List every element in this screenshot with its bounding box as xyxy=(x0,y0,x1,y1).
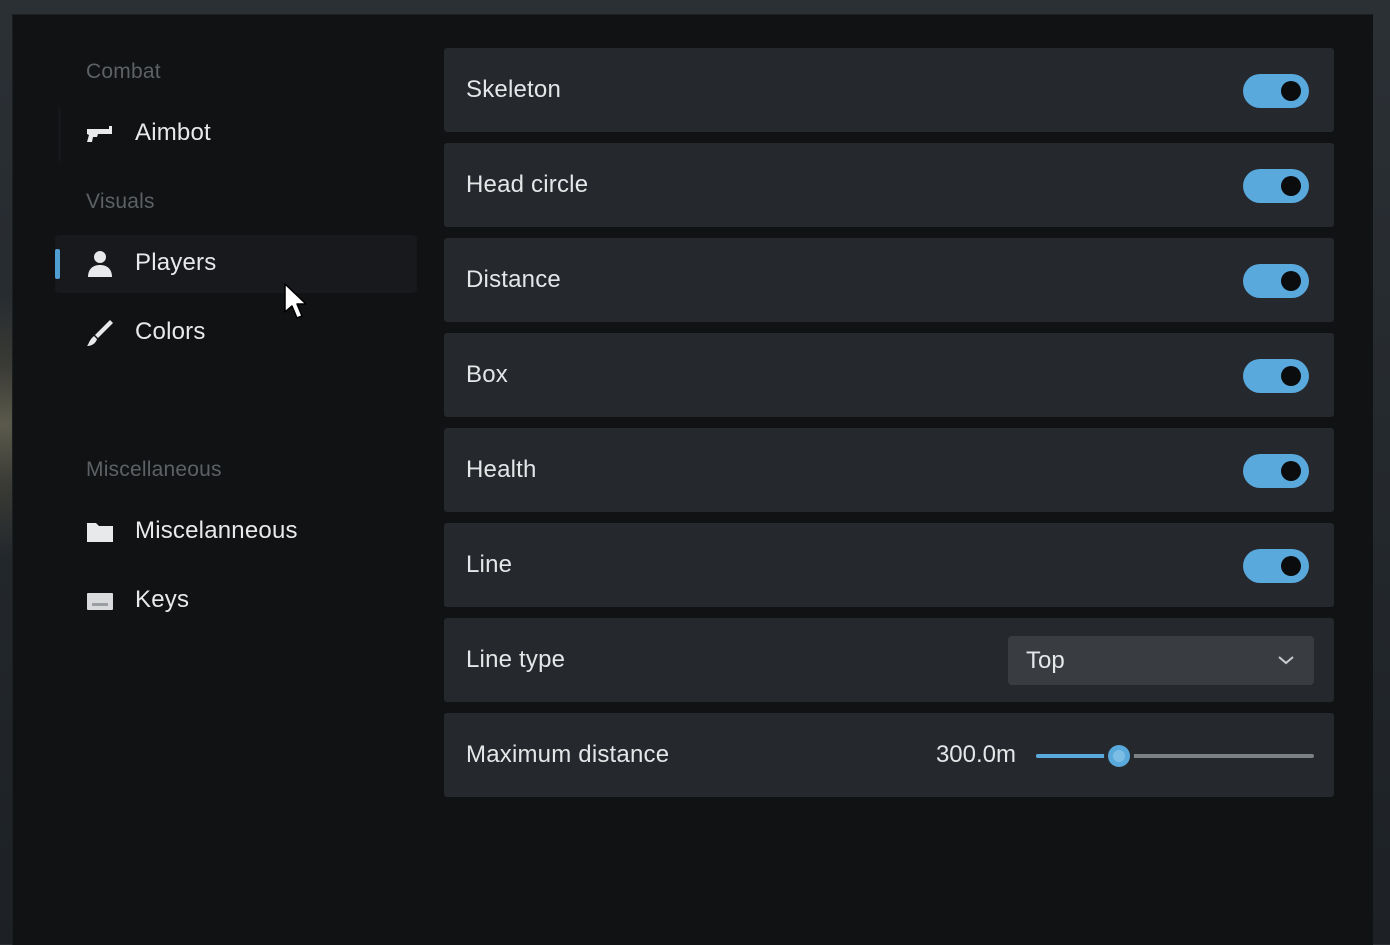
nav-marker xyxy=(58,107,61,161)
setting-label: Distance xyxy=(466,266,561,293)
setting-label: Skeleton xyxy=(466,76,561,103)
brush-icon xyxy=(87,320,113,346)
slider-value: 300.0m xyxy=(935,741,1016,768)
sidebar-item-miscelanneous[interactable]: Miscelanneous xyxy=(55,503,417,561)
gun-icon xyxy=(87,126,112,142)
setting-row-head-circle: Head circle xyxy=(444,143,1334,227)
sidebar-item-aimbot[interactable]: Aimbot xyxy=(55,105,417,163)
health-toggle[interactable] xyxy=(1243,454,1309,488)
sidebar-item-players[interactable]: Players xyxy=(55,235,417,293)
sidebar-item-label: Miscelanneous xyxy=(135,517,298,544)
user-icon xyxy=(88,251,112,277)
active-marker xyxy=(55,249,60,279)
setting-row-line: Line xyxy=(444,523,1334,607)
box-toggle[interactable] xyxy=(1243,359,1309,393)
sidebar-item-keys[interactable]: Keys xyxy=(55,572,417,630)
setting-row-skeleton: Skeleton xyxy=(444,48,1334,132)
setting-label: Box xyxy=(466,361,508,388)
toggle-knob xyxy=(1281,271,1301,291)
line-type-dropdown[interactable]: Top xyxy=(1008,636,1314,685)
distance-toggle[interactable] xyxy=(1243,264,1309,298)
sidebar-item-colors[interactable]: Colors xyxy=(55,304,417,362)
dropdown-value: Top xyxy=(1026,647,1065,674)
setting-label: Head circle xyxy=(466,171,589,198)
slider-thumb[interactable] xyxy=(1108,745,1130,767)
setting-row-health: Health xyxy=(444,428,1334,512)
folder-icon xyxy=(87,523,113,542)
setting-row-box: Box xyxy=(444,333,1334,417)
sidebar-item-label: Keys xyxy=(135,586,190,613)
toggle-knob xyxy=(1281,366,1301,386)
chevron-down-icon xyxy=(1278,656,1294,665)
slider-fill xyxy=(1036,754,1119,758)
sidebar-item-label: Players xyxy=(135,249,217,276)
section-title-combat: Combat xyxy=(86,60,161,83)
setting-label: Line xyxy=(466,551,513,578)
toggle-knob xyxy=(1281,556,1301,576)
keyboard-icon xyxy=(87,593,113,610)
max-distance-slider[interactable] xyxy=(1036,743,1314,769)
sidebar: Combat Aimbot Visuals Players Colors Mis… xyxy=(55,15,417,915)
setting-row-distance: Distance xyxy=(444,238,1334,322)
setting-label: Health xyxy=(466,456,537,483)
head-circle-toggle[interactable] xyxy=(1243,169,1309,203)
menu-window: Combat Aimbot Visuals Players Colors Mis… xyxy=(12,14,1373,945)
toggle-knob xyxy=(1281,176,1301,196)
setting-label: Maximum distance xyxy=(466,741,670,768)
skeleton-toggle[interactable] xyxy=(1243,74,1309,108)
toggle-knob xyxy=(1281,461,1301,481)
setting-row-maximum-distance: Maximum distance 300.0m xyxy=(444,713,1334,797)
line-toggle[interactable] xyxy=(1243,549,1309,583)
setting-row-line-type: Line type Top xyxy=(444,618,1334,702)
toggle-knob xyxy=(1281,81,1301,101)
sidebar-item-label: Colors xyxy=(135,318,206,345)
section-title-visuals: Visuals xyxy=(86,190,155,213)
slider-thumb-center xyxy=(1113,750,1125,762)
setting-label: Line type xyxy=(466,646,566,673)
sidebar-item-label: Aimbot xyxy=(135,119,211,146)
section-title-miscellaneous: Miscellaneous xyxy=(86,458,222,481)
